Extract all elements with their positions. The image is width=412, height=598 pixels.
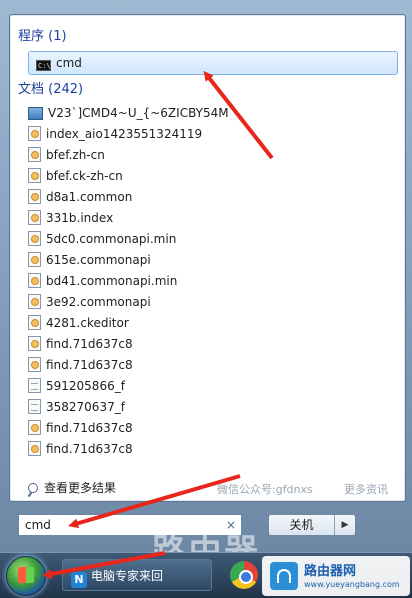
- chrome-icon[interactable]: [230, 561, 258, 589]
- web-document-icon: [28, 336, 41, 351]
- document-result-label: 4281.ckeditor: [46, 316, 129, 330]
- web-document-icon: [28, 357, 41, 372]
- document-result-label: 5dc0.commonapi.min: [46, 232, 177, 246]
- document-result[interactable]: bd41.commonapi.min: [28, 271, 177, 291]
- document-result-label: 615e.commonapi: [46, 253, 151, 267]
- shutdown-options-arrow-icon[interactable]: ▶: [335, 515, 355, 535]
- document-result-label: bd41.commonapi.min: [46, 274, 178, 288]
- brand-watermark: 路由器网 www.yueyangbang.com: [262, 556, 410, 596]
- document-result[interactable]: 591205866_f: [28, 376, 125, 396]
- document-result-label: 331b.index: [46, 211, 114, 225]
- search-input-value: cmd: [25, 518, 51, 532]
- web-document-icon: [28, 210, 41, 225]
- text-file-icon: [28, 399, 41, 414]
- taskbar-app-label: 电脑专家来回: [91, 569, 164, 583]
- web-document-icon: [28, 168, 41, 183]
- document-result-label: d8a1.common: [46, 190, 133, 204]
- web-document-icon: [28, 273, 41, 288]
- document-result[interactable]: d8a1.common: [28, 187, 132, 207]
- documents-group-header[interactable]: 文档 (242): [18, 78, 83, 97]
- text-file-icon: [28, 378, 41, 393]
- see-more-label: 查看更多结果: [44, 481, 117, 495]
- document-result[interactable]: find.71d637c8: [28, 418, 133, 438]
- document-result-label: find.71d637c8: [46, 442, 133, 456]
- web-document-icon: [28, 252, 41, 267]
- document-result-label: find.71d637c8: [46, 337, 133, 351]
- web-document-icon: [28, 231, 41, 246]
- document-result-label: 358270637_f: [46, 400, 125, 414]
- shutdown-button[interactable]: 关机 ▶: [268, 514, 356, 536]
- document-result[interactable]: 358270637_f: [28, 397, 125, 417]
- document-result[interactable]: index_aio1423551324119: [28, 124, 202, 144]
- web-document-icon: [28, 126, 41, 141]
- shutdown-label[interactable]: 关机: [269, 515, 335, 535]
- web-document-icon: [28, 147, 41, 162]
- document-result-label: 3e92.commonapi: [46, 295, 151, 309]
- web-document-icon: [28, 294, 41, 309]
- start-button[interactable]: [6, 556, 46, 596]
- taskbar-app-button[interactable]: N 电脑专家来回: [62, 559, 212, 591]
- see-more-results-link[interactable]: 查看更多结果: [28, 479, 116, 496]
- watermark-wechat: 微信公众号:gfdnxs: [217, 483, 313, 496]
- document-result-label: V23`]CMD4~U_{~6ZICBY54M: [48, 106, 229, 120]
- watermark-more: 更多资讯: [344, 483, 388, 496]
- document-result-label: bfef.ck-zh-cn: [46, 169, 123, 183]
- document-result-label: 591205866_f: [46, 379, 125, 393]
- router-logo-icon: [270, 562, 298, 590]
- web-document-icon: [28, 315, 41, 330]
- search-icon: [28, 483, 38, 493]
- document-result[interactable]: bfef.zh-cn: [28, 145, 105, 165]
- brand-url: www.yueyangbang.com: [304, 580, 400, 589]
- web-document-icon: [28, 420, 41, 435]
- document-result-label: index_aio1423551324119: [46, 127, 203, 141]
- document-result[interactable]: 5dc0.commonapi.min: [28, 229, 176, 249]
- console-icon: C:\: [36, 60, 51, 71]
- program-result-cmd[interactable]: C:\ cmd: [28, 51, 398, 75]
- brand-name: 路由器网: [304, 564, 357, 579]
- document-result[interactable]: 331b.index: [28, 208, 113, 228]
- web-document-icon: [28, 189, 41, 204]
- document-result-label: bfef.zh-cn: [46, 148, 105, 162]
- web-document-icon: [28, 441, 41, 456]
- document-result[interactable]: 4281.ckeditor: [28, 313, 129, 333]
- search-results-panel: 程序 (1) C:\ cmd 文档 (242) V23`]CMD4~U_{~6ZI…: [9, 14, 406, 502]
- document-result-label: find.71d637c8: [46, 358, 133, 372]
- programs-group-header[interactable]: 程序 (1): [18, 25, 67, 44]
- document-result[interactable]: find.71d637c8: [28, 334, 133, 354]
- document-result[interactable]: bfef.ck-zh-cn: [28, 166, 123, 186]
- image-file-icon: [28, 107, 43, 120]
- app-icon: N: [71, 572, 87, 588]
- document-result[interactable]: V23`]CMD4~U_{~6ZICBY54M: [28, 103, 229, 123]
- document-result-label: find.71d637c8: [46, 421, 133, 435]
- document-result[interactable]: find.71d637c8: [28, 355, 133, 375]
- program-result-label: cmd: [56, 56, 82, 70]
- document-result[interactable]: 615e.commonapi: [28, 250, 151, 270]
- document-result[interactable]: 3e92.commonapi: [28, 292, 151, 312]
- windows-logo-icon: [18, 567, 34, 583]
- document-result[interactable]: find.71d637c8: [28, 439, 133, 459]
